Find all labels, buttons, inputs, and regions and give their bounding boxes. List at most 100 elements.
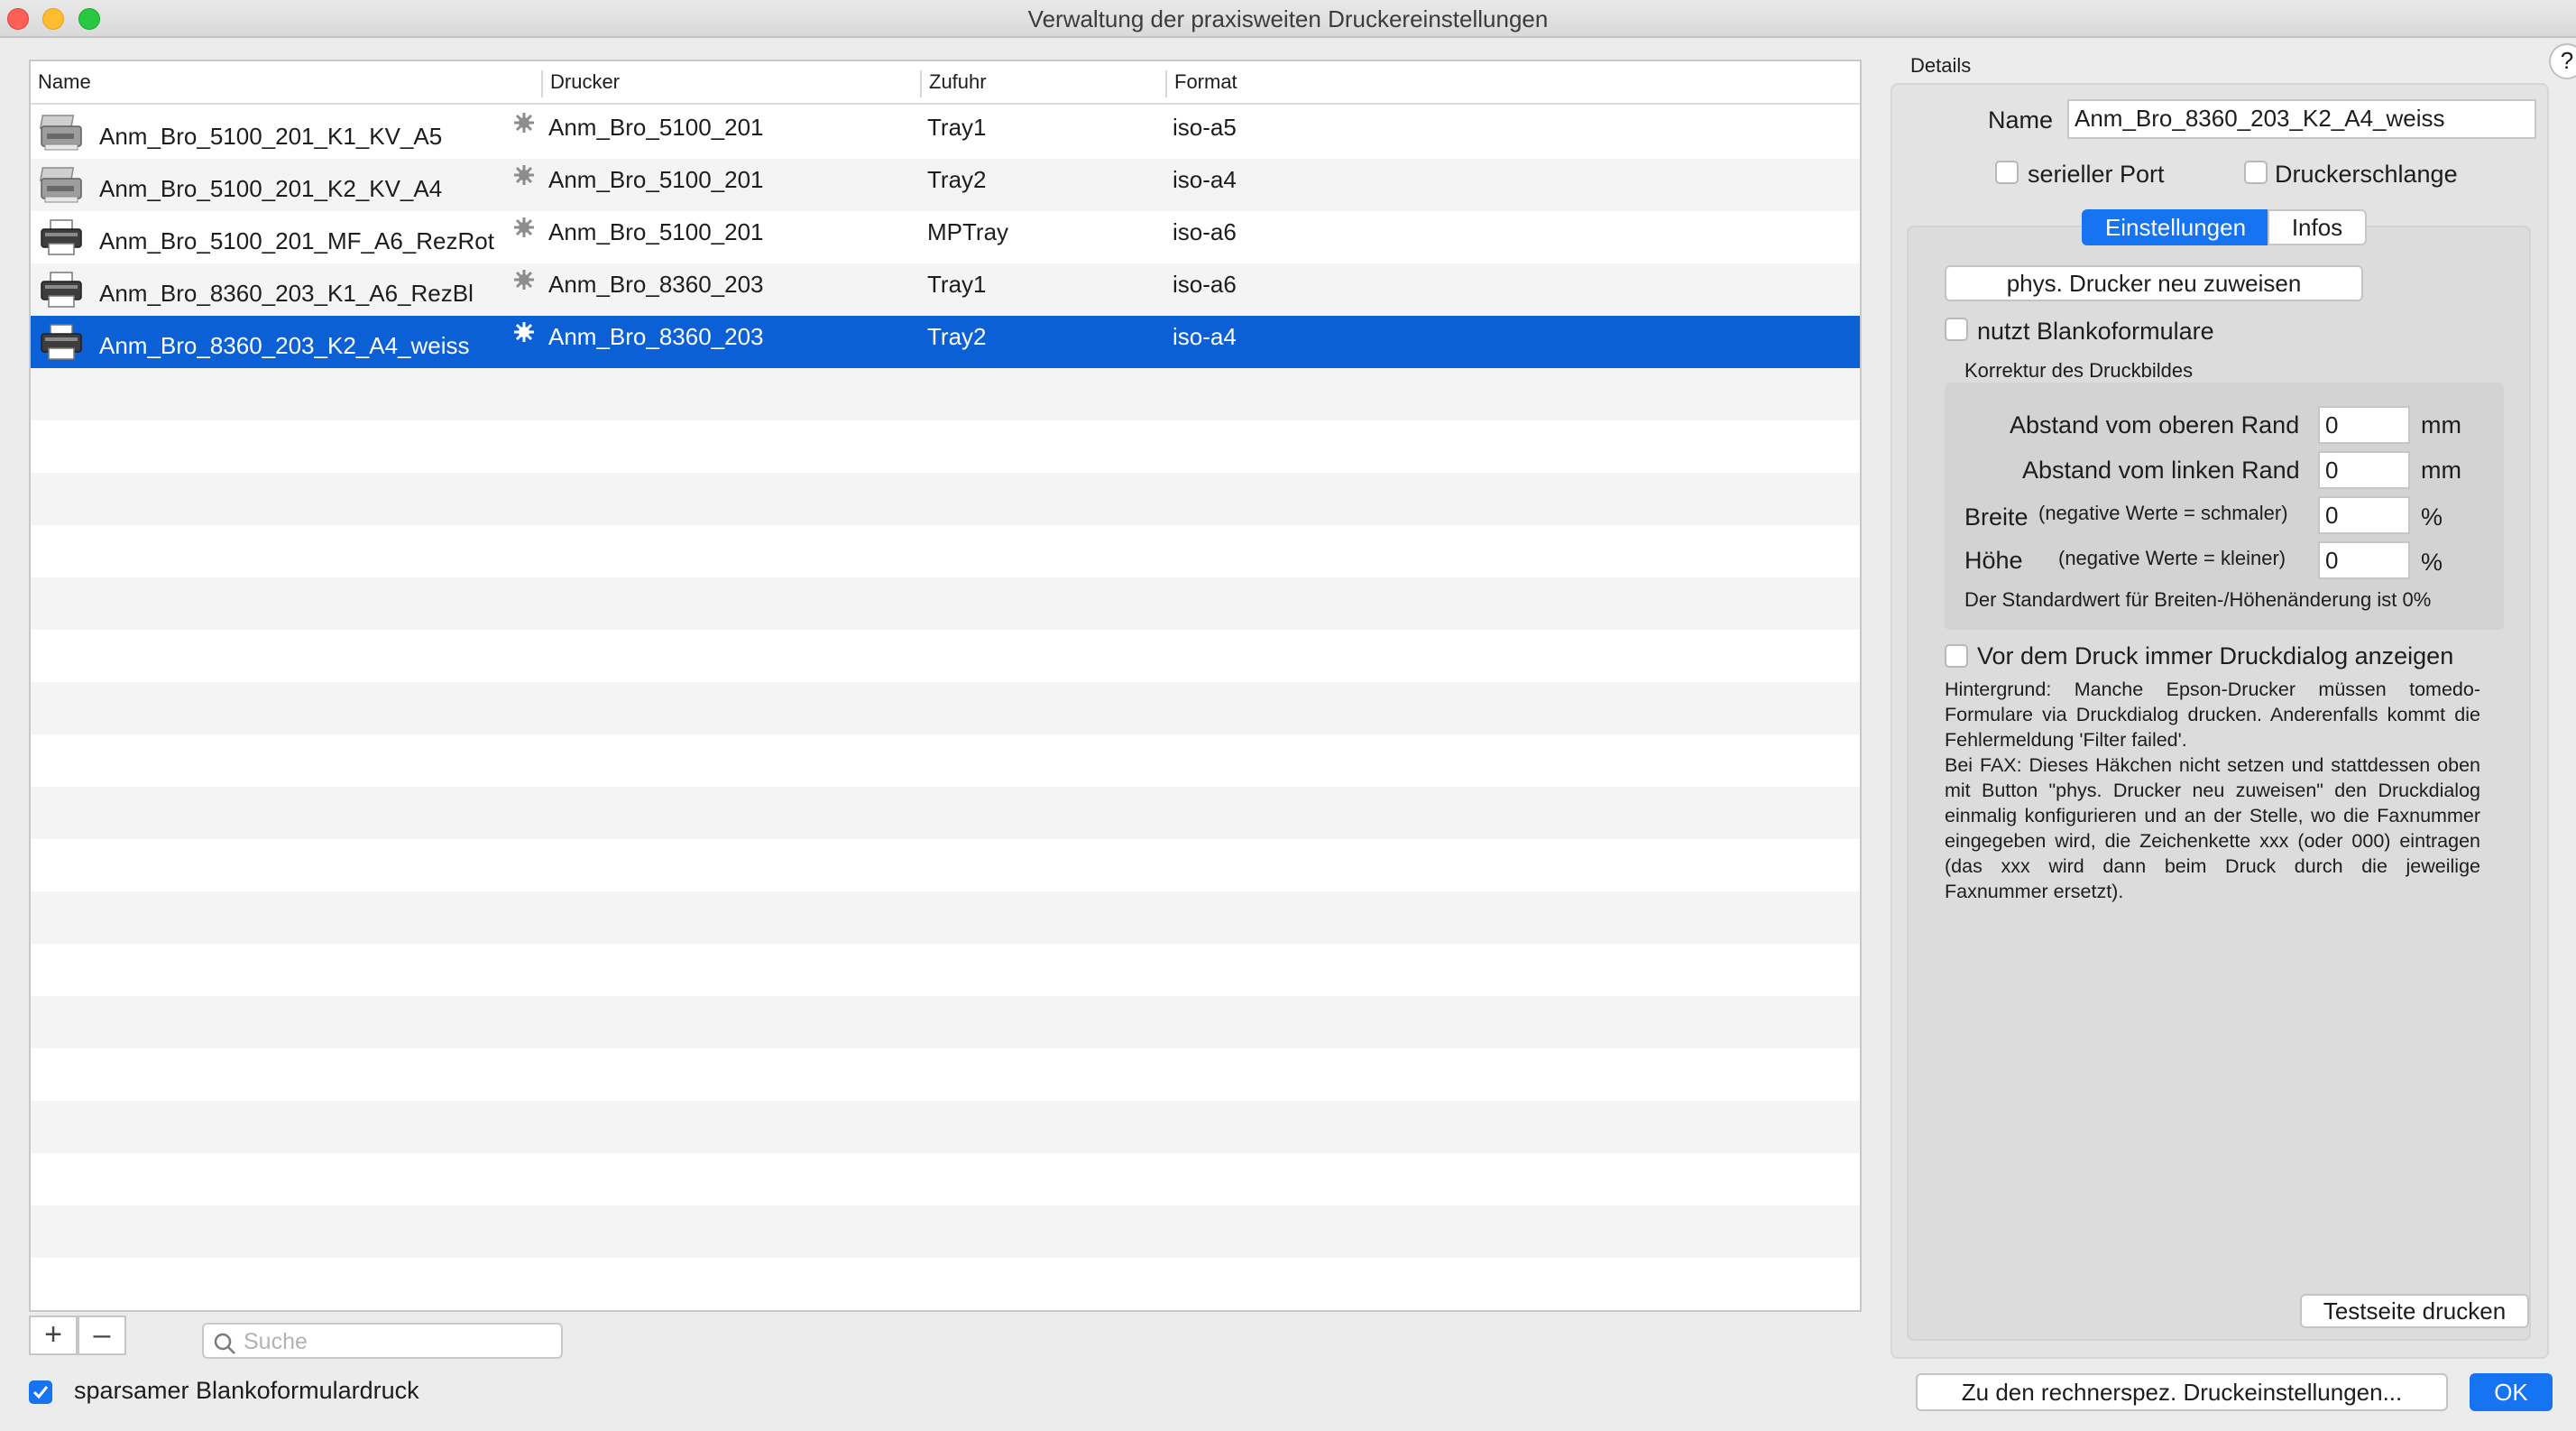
width-unit: % [2421, 503, 2443, 531]
height-field[interactable]: 0 [2318, 541, 2410, 579]
left-margin-label: Abstand vom linken Rand [2022, 457, 2300, 484]
laser-printer-icon [38, 164, 85, 206]
table-row[interactable] [31, 577, 1860, 630]
cell-name: Anm_Bro_8360_203_K1_A6_RezBl [99, 280, 474, 307]
name-field[interactable]: Anm_Bro_8360_203_K2_A4_weiss [2067, 99, 2536, 139]
column-header-format[interactable]: Format [1165, 70, 1436, 97]
table-row[interactable] [31, 368, 1860, 420]
table-row[interactable] [31, 473, 1860, 525]
add-button[interactable]: + [29, 1316, 78, 1355]
column-header-tray[interactable]: Zufuhr [920, 70, 1165, 97]
correction-caption: Korrektur des Druckbildes [1964, 359, 2194, 382]
table-row[interactable] [31, 630, 1860, 682]
ok-button[interactable]: OK [2470, 1373, 2553, 1411]
table-row[interactable] [31, 525, 1860, 577]
cell-name: Anm_Bro_8360_203_K2_A4_weiss [99, 332, 470, 359]
table-row[interactable] [31, 734, 1860, 787]
serial-port-checkbox[interactable] [1995, 161, 2019, 184]
search-icon [214, 1333, 235, 1354]
tab-infos[interactable]: Infos [2268, 209, 2367, 245]
table-row[interactable] [31, 787, 1860, 839]
table-row[interactable] [31, 944, 1860, 996]
height-label: Höhe [1964, 547, 2023, 574]
cell-tray: Tray1 [927, 271, 987, 298]
width-label: Breite [1964, 503, 2029, 531]
printer-icon [38, 269, 85, 310]
cell-printer: Anm_Bro_5100_201 [548, 218, 764, 245]
cell-tray: Tray2 [927, 166, 987, 193]
width-field[interactable]: 0 [2318, 496, 2410, 534]
top-margin-label: Abstand vom oberen Rand [2010, 411, 2300, 439]
table-row[interactable] [31, 1101, 1860, 1153]
gear-icon [511, 267, 538, 312]
left-margin-unit: mm [2421, 457, 2461, 484]
cell-tray: Tray1 [927, 114, 987, 141]
printer-icon [38, 217, 85, 258]
printer-queue-label: Druckerschlange [2275, 161, 2458, 188]
gear-icon [511, 110, 538, 155]
width-hint: (negative Werte = schmaler) [2038, 502, 2288, 524]
table-row[interactable] [31, 996, 1860, 1048]
background-info-paragraph-1: Hintergrund: Manche Epson-Drucker müssen… [1945, 679, 2480, 751]
table-row[interactable]: Anm_Bro_5100_201_K2_KV_A4 Anm_Bro_5100_20… [31, 159, 1860, 211]
blank-forms-checkbox[interactable] [1945, 318, 1968, 341]
column-header-printer[interactable]: Drucker [541, 70, 920, 97]
default-value-note: Der Standardwert für Breiten-/Höhenänder… [1964, 588, 2432, 611]
laser-printer-icon [38, 112, 85, 153]
cell-format: iso-a6 [1173, 218, 1237, 245]
table-row[interactable] [31, 1205, 1860, 1258]
table-row[interactable] [31, 839, 1860, 891]
printer-icon [38, 321, 85, 363]
cell-printer: Anm_Bro_5100_201 [548, 114, 764, 141]
machine-specific-settings-button[interactable]: Zu den rechnerspez. Druckeinstellungen..… [1916, 1373, 2448, 1411]
table-header: Name Drucker Zufuhr Format [31, 61, 1860, 105]
gear-icon [511, 162, 538, 208]
height-hint: (negative Werte = kleiner) [2058, 547, 2286, 569]
table-row[interactable] [31, 1048, 1860, 1101]
cell-name: Anm_Bro_5100_201_K2_KV_A4 [99, 175, 443, 202]
help-button[interactable]: ? [2549, 43, 2576, 79]
remove-button[interactable]: – [78, 1316, 126, 1355]
table-row[interactable] [31, 891, 1860, 944]
details-caption: Details [1910, 54, 1972, 77]
cell-name: Anm_Bro_5100_201_MF_A6_RezRot [99, 227, 494, 254]
left-margin-field[interactable]: 0 [2318, 451, 2410, 489]
printer-table[interactable]: Name Drucker Zufuhr Format Anm_Bro_5100_… [29, 60, 1862, 1312]
table-row[interactable]: Anm_Bro_8360_203_K1_A6_RezBl Anm_Bro_8360… [31, 263, 1860, 316]
search-input[interactable] [244, 1328, 550, 1355]
sparse-blank-form-label: sparsamer Blankoformulardruck [74, 1377, 419, 1404]
background-info-text: Hintergrund: Manche Epson-Drucker müssen… [1945, 677, 2480, 904]
reassign-printer-button[interactable]: phys. Drucker neu zuweisen [1945, 265, 2363, 301]
background-info-paragraph-2: Bei FAX: Dieses Häkchen nicht setzen und… [1945, 754, 2480, 902]
cell-printer: Anm_Bro_8360_203 [548, 271, 764, 298]
printer-queue-checkbox[interactable] [2244, 161, 2268, 184]
column-header-name[interactable]: Name [31, 70, 541, 97]
title-bar: Verwaltung der praxisweiten Druckereinst… [0, 0, 2576, 38]
print-dialog-checkbox[interactable] [1945, 644, 1968, 668]
table-row[interactable]: Anm_Bro_5100_201_MF_A6_RezRot Anm_Bro_510… [31, 211, 1860, 263]
tab-settings[interactable]: Einstellungen [2082, 209, 2269, 245]
cell-format: iso-a4 [1173, 166, 1237, 193]
table-row[interactable]: Anm_Bro_5100_201_K1_KV_A5 Anm_Bro_5100_20… [31, 106, 1860, 159]
cell-printer: Anm_Bro_5100_201 [548, 166, 764, 193]
top-margin-unit: mm [2421, 411, 2461, 439]
window-title: Verwaltung der praxisweiten Druckereinst… [1027, 5, 1549, 32]
table-row[interactable] [31, 1153, 1860, 1205]
table-row[interactable] [31, 682, 1860, 734]
search-field[interactable] [202, 1323, 563, 1359]
table-row[interactable] [31, 1258, 1860, 1310]
table-row[interactable] [31, 420, 1860, 473]
test-page-button[interactable]: Testseite drucken [2300, 1294, 2529, 1328]
gear-icon [511, 215, 538, 260]
cell-tray: Tray2 [927, 323, 987, 350]
sparse-blank-form-checkbox[interactable] [29, 1380, 52, 1404]
name-label: Name [1988, 106, 2054, 134]
serial-port-label: serieller Port [2028, 161, 2165, 188]
top-margin-field[interactable]: 0 [2318, 406, 2410, 444]
checkmark-icon [32, 1386, 49, 1399]
table-row[interactable]: Anm_Bro_8360_203_K2_A4_weiss Anm_Bro_8360… [31, 316, 1860, 368]
cell-printer: Anm_Bro_8360_203 [548, 323, 764, 350]
cell-format: iso-a5 [1173, 114, 1237, 141]
cell-name: Anm_Bro_5100_201_K1_KV_A5 [99, 123, 443, 150]
blank-forms-label: nutzt Blankoformulare [1977, 318, 2214, 345]
